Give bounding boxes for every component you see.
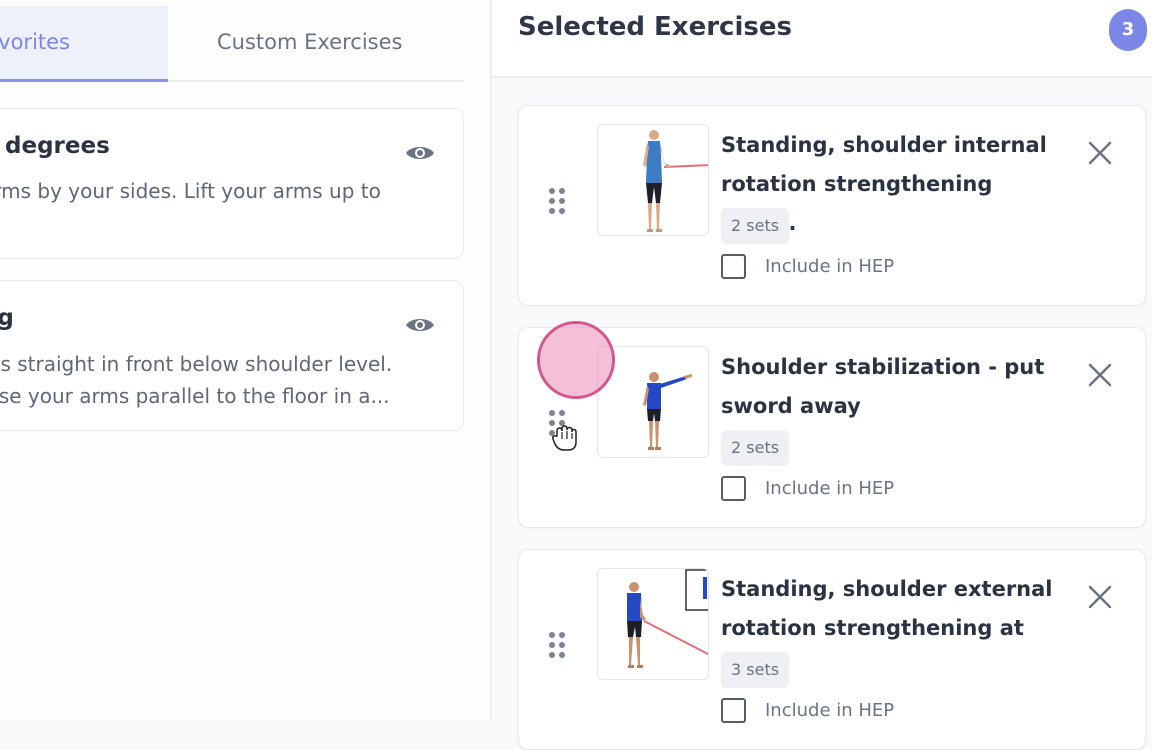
library-exercise-card[interactable]: 0 degrees arms by your sides. Lift your … (0, 108, 464, 259)
exercise-title: 0 degrees (0, 133, 110, 159)
exercise-description-line: aise your arms parallel to the floor in … (0, 384, 390, 408)
panel-title: Selected Exercises (518, 12, 792, 42)
exercise-description-line: ms straight in front below shoulder leve… (0, 352, 393, 376)
library-tabs: vorites Custom Exercises (0, 0, 464, 82)
sets-badge: 2 sets (721, 208, 790, 244)
include-in-hep-label: Include in HEP (765, 256, 895, 277)
tab-favorites-label: vorites (0, 30, 70, 54)
tab-favorites[interactable]: vorites (0, 6, 168, 82)
exercise-figure-image (643, 130, 708, 232)
include-in-hep-label: Include in HEP (765, 478, 895, 499)
exercise-title: ng (0, 305, 14, 331)
exercise-description: arms by your sides. Lift your arms up to (0, 179, 381, 203)
grab-hand-icon (552, 425, 577, 451)
sets-badge: 2 sets (721, 430, 790, 466)
exercise-figure-image (627, 569, 708, 668)
tab-custom-exercises[interactable]: Custom Exercises (168, 6, 464, 82)
include-in-hep-checkbox[interactable] (721, 698, 746, 723)
count-badge: 3 (1109, 9, 1147, 51)
close-icon[interactable] (1087, 362, 1113, 388)
selected-exercise-card[interactable]: Standing, shoulder internal rotation str… (518, 105, 1146, 306)
exercise-thumbnail[interactable] (597, 124, 709, 236)
exercise-thumbnail[interactable] (597, 568, 709, 680)
selected-exercises-header: Selected Exercises 3 (492, 0, 1152, 78)
close-icon[interactable] (1087, 584, 1113, 610)
include-in-hep-checkbox[interactable] (721, 254, 746, 279)
tab-custom-exercises-label: Custom Exercises (217, 30, 403, 54)
sets-badge: 3 sets (721, 652, 790, 688)
eye-icon[interactable] (405, 143, 435, 163)
library-exercise-card[interactable]: ng ms straight in front below shoulder l… (0, 280, 464, 431)
touch-indicator (537, 321, 615, 399)
drag-handle-icon[interactable] (549, 188, 569, 216)
close-icon[interactable] (1087, 140, 1113, 166)
include-in-hep-checkbox[interactable] (721, 476, 746, 501)
exercise-library-panel: vorites Custom Exercises 0 degrees arms … (0, 0, 490, 720)
exercise-title: Shoulder stabilization - put sword away (721, 355, 1045, 418)
eye-icon[interactable] (405, 315, 435, 335)
drag-handle-icon[interactable] (549, 632, 569, 660)
include-in-hep-label: Include in HEP (765, 700, 895, 721)
